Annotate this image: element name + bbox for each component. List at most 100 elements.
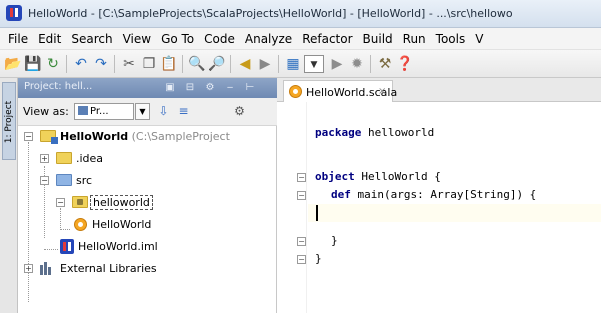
toolbar-separator (114, 55, 115, 73)
tree-row-libraries[interactable]: + External Libraries (18, 258, 277, 280)
tree-row-src[interactable]: − src (18, 170, 277, 192)
find-icon[interactable]: 🔍 (188, 55, 206, 73)
view-as-label: View as: (23, 105, 69, 118)
libraries-label: External Libraries (60, 262, 157, 275)
intellij-app-icon (6, 5, 22, 21)
minimize-icon[interactable]: ‒ (224, 82, 236, 94)
chevron-down-icon[interactable]: ▼ (135, 103, 150, 120)
title-bar: HelloWorld - [C:\SampleProjects\ScalaPro… (0, 0, 601, 28)
run-config-dropdown-icon[interactable]: ▼ (304, 55, 324, 73)
editor-tab-helloworld-scala[interactable]: HelloWorld.scala × (283, 80, 397, 102)
run-icon[interactable]: ▶ (328, 55, 346, 73)
fold-marker-icon[interactable]: − (297, 191, 306, 200)
settings-icon[interactable]: ⚒ (376, 55, 394, 73)
save-icon[interactable]: 💾 (24, 55, 42, 73)
menu-build[interactable]: Build (358, 28, 398, 50)
collapse-tree-icon[interactable]: ≡ (176, 104, 191, 119)
editor-tab-strip: HelloWorld.scala × (277, 78, 601, 102)
code-line-6[interactable]: } (331, 234, 338, 247)
scala-file-icon (289, 85, 302, 98)
toolbar-separator (278, 55, 279, 73)
sync-icon[interactable]: ↻ (44, 55, 62, 73)
tree-row-package[interactable]: − helloworld (18, 192, 277, 214)
menu-edit[interactable]: Edit (33, 28, 66, 50)
collapse-toggle-icon[interactable]: − (56, 198, 65, 207)
code-line-7[interactable]: } (315, 252, 322, 265)
code-editor: HelloWorld.scala × package helloworld − … (277, 78, 601, 313)
code-line-4[interactable]: def main(args: Array[String]) { (331, 188, 536, 201)
idea-folder-label: .idea (76, 152, 104, 165)
menu-file[interactable]: File (0, 28, 33, 50)
menu-code[interactable]: Code (199, 28, 240, 50)
tree-row-idea[interactable]: + .idea (18, 148, 277, 170)
project-panel: Project: hell... ▣ ⊟ ⚙ ‒ ⊢ View as: Pr..… (18, 78, 277, 313)
menu-goto[interactable]: Go To (156, 28, 199, 50)
expand-toggle-icon[interactable]: + (24, 264, 33, 273)
paste-icon[interactable]: 📋 (160, 55, 178, 73)
editor-gutter (277, 102, 307, 313)
open-folder-icon[interactable]: 📂 (4, 55, 22, 73)
libraries-icon (40, 262, 54, 275)
project-view-icon (78, 106, 88, 115)
menu-refactor[interactable]: Refactor (297, 28, 357, 50)
undo-icon[interactable]: ↶ (72, 55, 90, 73)
menu-run[interactable]: Run (398, 28, 431, 50)
source-folder-icon (56, 174, 72, 186)
main-toolbar: 📂 💾 ↻ ↶ ↷ ✂ ❐ 📋 🔍 🔎 ◀ ▶ ▦ ▼ ▶ ✹ ⚒ ❓ (0, 50, 601, 78)
root-module-name: HelloWorld (60, 130, 129, 143)
expand-toggle-icon[interactable]: + (40, 154, 49, 163)
project-tool-window-tab[interactable]: 1: Project (2, 82, 16, 160)
tree-settings-icon[interactable]: ⚙ (232, 104, 247, 119)
project-panel-header: Project: hell... ▣ ⊟ ⚙ ‒ ⊢ (18, 78, 277, 98)
fold-end-marker-icon[interactable]: − (297, 255, 306, 264)
toolbar-separator (370, 55, 371, 73)
object-label: HelloWorld (92, 218, 152, 231)
menu-view[interactable]: View (118, 28, 156, 50)
scroll-to-source-icon[interactable]: ⇩ (156, 104, 171, 119)
collapse-all-icon[interactable]: ⊟ (184, 82, 196, 94)
scala-object-icon (74, 218, 87, 231)
view-as-select[interactable]: Pr... (74, 103, 134, 120)
view-as-value: Pr... (90, 106, 109, 117)
menu-vcs-truncated[interactable]: V (470, 28, 488, 50)
navigate-back-icon[interactable]: ◀ (236, 55, 254, 73)
collapse-toggle-icon[interactable]: − (40, 176, 49, 185)
tree-row-object[interactable]: HelloWorld (18, 214, 277, 236)
close-icon[interactable]: × (378, 86, 386, 97)
collapse-toggle-icon[interactable]: − (24, 132, 33, 141)
package-icon (72, 196, 88, 208)
menu-search[interactable]: Search (66, 28, 117, 50)
fold-marker-icon[interactable]: − (297, 173, 306, 182)
project-tree: − HelloWorld (C:\SampleProject + .idea −… (18, 126, 277, 313)
navigate-forward-icon[interactable]: ▶ (256, 55, 274, 73)
code-line-1[interactable]: package helloworld (315, 126, 434, 139)
window-title: HelloWorld - [C:\SampleProjects\ScalaPro… (28, 7, 513, 20)
tree-row-root[interactable]: − HelloWorld (C:\SampleProject (18, 126, 277, 148)
help-icon[interactable]: ❓ (396, 55, 414, 73)
text-caret (316, 205, 318, 221)
replace-icon[interactable]: 🔎 (208, 55, 226, 73)
cut-icon[interactable]: ✂ (120, 55, 138, 73)
scroll-from-source-icon[interactable]: ▣ (164, 82, 176, 94)
root-module-path: (C:\SampleProject (131, 130, 230, 143)
package-label: helloworld (90, 195, 153, 210)
iml-file-label: HelloWorld.iml (78, 240, 158, 253)
code-line-3[interactable]: object HelloWorld { (315, 170, 441, 183)
copy-icon[interactable]: ❐ (140, 55, 158, 73)
folder-icon (56, 152, 72, 164)
toolbar-separator (66, 55, 67, 73)
debug-icon[interactable]: ✹ (348, 55, 366, 73)
tree-row-iml[interactable]: HelloWorld.iml (18, 236, 277, 258)
menu-analyze[interactable]: Analyze (240, 28, 297, 50)
panel-settings-icon[interactable]: ⚙ (204, 82, 216, 94)
current-line-highlight (308, 204, 601, 222)
pin-icon[interactable]: ⊢ (244, 82, 256, 94)
project-tab-label: 1: Project (4, 100, 14, 144)
fold-end-marker-icon[interactable]: − (297, 237, 306, 246)
menu-tools[interactable]: Tools (431, 28, 471, 50)
project-panel-title: Project: hell... (24, 81, 93, 92)
left-tool-window-strip: 1: Project (0, 78, 18, 313)
redo-icon[interactable]: ↷ (92, 55, 110, 73)
project-structure-icon[interactable]: ▦ (284, 55, 302, 73)
toolbar-separator (230, 55, 231, 73)
